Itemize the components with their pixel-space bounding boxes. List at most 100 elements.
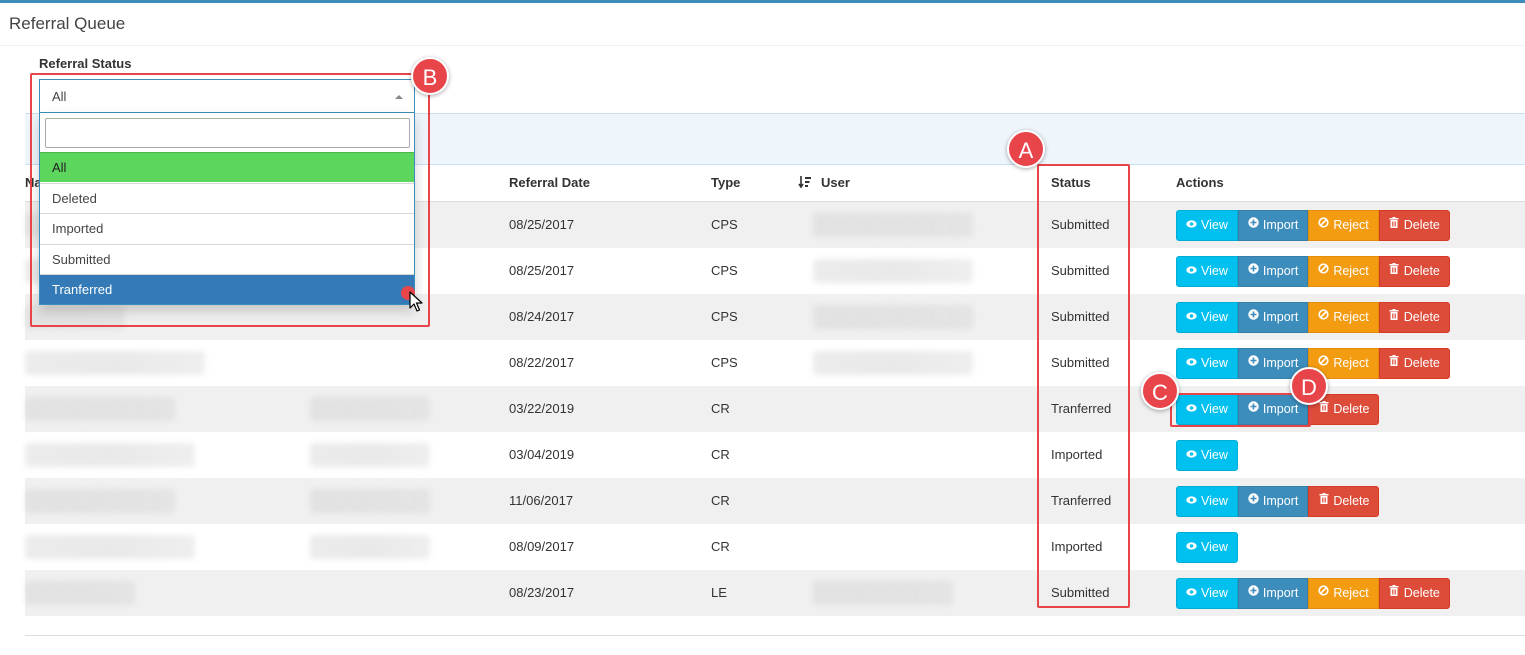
trash-icon <box>1389 256 1400 287</box>
redacted-text <box>25 397 175 421</box>
mouse-cursor-icon <box>409 291 423 316</box>
trash-icon <box>1389 210 1400 241</box>
redacted-text <box>310 489 430 513</box>
cell-type: CPS <box>711 309 738 324</box>
delete-button-label: Delete <box>1403 264 1440 278</box>
view-button-label: View <box>1201 310 1228 324</box>
annotation-a-box <box>1037 164 1130 608</box>
cell-type: CR <box>711 493 730 508</box>
table-row: 03/04/2019 CR Imported View <box>25 432 1525 478</box>
plus-circle-icon <box>1248 348 1259 379</box>
plus-circle-icon <box>1248 486 1259 517</box>
eye-icon <box>1186 440 1197 471</box>
table-row: 08/09/2017 CR Imported View <box>25 524 1525 570</box>
ban-icon <box>1318 210 1329 241</box>
header-actions: Actions <box>1176 175 1224 190</box>
redacted-text <box>813 581 953 605</box>
delete-button[interactable]: Delete <box>1378 302 1450 333</box>
cell-type: CR <box>711 401 730 416</box>
eye-icon <box>1186 256 1197 287</box>
delete-button[interactable]: Delete <box>1378 348 1450 379</box>
view-button-label: View <box>1201 494 1228 508</box>
sort-amount-icon[interactable] <box>798 175 812 192</box>
reject-button-label: Reject <box>1333 586 1369 600</box>
title-divider <box>0 45 1525 46</box>
cell-referral-date: 03/04/2019 <box>509 447 575 462</box>
view-button-label: View <box>1201 356 1228 370</box>
import-button[interactable]: Import <box>1237 256 1309 287</box>
view-button[interactable]: View <box>1176 440 1238 471</box>
import-button-label: Import <box>1262 218 1299 232</box>
header-referral-date[interactable]: Referral Date <box>509 175 590 190</box>
delete-button-label: Delete <box>1333 494 1370 508</box>
cell-referral-date: 03/22/2019 <box>509 401 575 416</box>
table-bottom-rule <box>25 635 1525 636</box>
trash-icon <box>1389 578 1400 609</box>
table-row: 08/23/2017 LE Submitted View Import Reject Del… <box>25 570 1525 616</box>
cell-type: LE <box>711 585 727 600</box>
ban-icon <box>1318 302 1329 333</box>
cell-type: CPS <box>711 355 738 370</box>
reject-button[interactable]: Reject <box>1308 578 1379 609</box>
cell-type: CPS <box>711 263 738 278</box>
eye-icon <box>1186 486 1197 517</box>
delete-button[interactable]: Delete <box>1308 486 1380 517</box>
view-button-label: View <box>1201 264 1228 278</box>
view-button-label: View <box>1201 448 1228 462</box>
view-button[interactable]: View <box>1176 302 1238 333</box>
eye-icon <box>1186 302 1197 333</box>
redacted-text <box>25 489 175 513</box>
reject-button-label: Reject <box>1333 218 1369 232</box>
eye-icon <box>1186 210 1197 241</box>
row-actions: View <box>1176 532 1238 563</box>
cell-type: CR <box>711 447 730 462</box>
row-actions: View Import Reject Delete <box>1176 210 1450 241</box>
view-button-label: View <box>1201 586 1228 600</box>
reject-button[interactable]: Reject <box>1308 256 1379 287</box>
plus-circle-icon <box>1248 302 1259 333</box>
import-button[interactable]: Import <box>1237 302 1309 333</box>
redacted-text <box>25 535 195 559</box>
annotation-a-badge: A <box>1007 130 1045 168</box>
trash-icon <box>1389 302 1400 333</box>
delete-button[interactable]: Delete <box>1378 256 1450 287</box>
import-button[interactable]: Import <box>1237 210 1309 241</box>
view-button[interactable]: View <box>1176 486 1238 517</box>
annotation-b-box <box>30 73 430 327</box>
trash-icon <box>1318 486 1329 517</box>
view-button[interactable]: View <box>1176 348 1238 379</box>
redacted-text <box>310 443 430 467</box>
eye-icon <box>1186 578 1197 609</box>
delete-button[interactable]: Delete <box>1378 210 1450 241</box>
annotation-d-badge: D <box>1290 367 1328 405</box>
reject-button[interactable]: Reject <box>1308 210 1379 241</box>
cell-referral-date: 08/23/2017 <box>509 585 575 600</box>
reject-button-label: Reject <box>1333 356 1369 370</box>
annotation-cd-box <box>1170 393 1311 427</box>
page-title: Referral Queue <box>9 14 126 33</box>
header-type[interactable]: Type <box>711 175 740 190</box>
import-button-label: Import <box>1262 310 1299 324</box>
import-button[interactable]: Import <box>1237 486 1309 517</box>
cell-referral-date: 11/06/2017 <box>509 493 574 508</box>
view-button[interactable]: View <box>1176 256 1238 287</box>
delete-button[interactable]: Delete <box>1378 578 1450 609</box>
header-user[interactable]: User <box>821 175 850 190</box>
cell-referral-date: 08/25/2017 <box>509 263 575 278</box>
view-button[interactable]: View <box>1176 532 1238 563</box>
row-actions: View Import Reject Delete <box>1176 578 1450 609</box>
trash-icon <box>1389 348 1400 379</box>
redacted-text <box>813 305 973 329</box>
cell-type: CPS <box>711 217 738 232</box>
redacted-text <box>813 213 973 237</box>
referral-status-label: Referral Status <box>39 56 132 71</box>
redacted-text <box>310 535 430 559</box>
annotation-b-badge: B <box>411 57 449 95</box>
reject-button[interactable]: Reject <box>1308 302 1379 333</box>
delete-button-label: Delete <box>1403 586 1440 600</box>
redacted-text <box>813 259 973 283</box>
view-button[interactable]: View <box>1176 578 1238 609</box>
import-button-label: Import <box>1262 264 1299 278</box>
view-button[interactable]: View <box>1176 210 1238 241</box>
import-button[interactable]: Import <box>1237 578 1309 609</box>
